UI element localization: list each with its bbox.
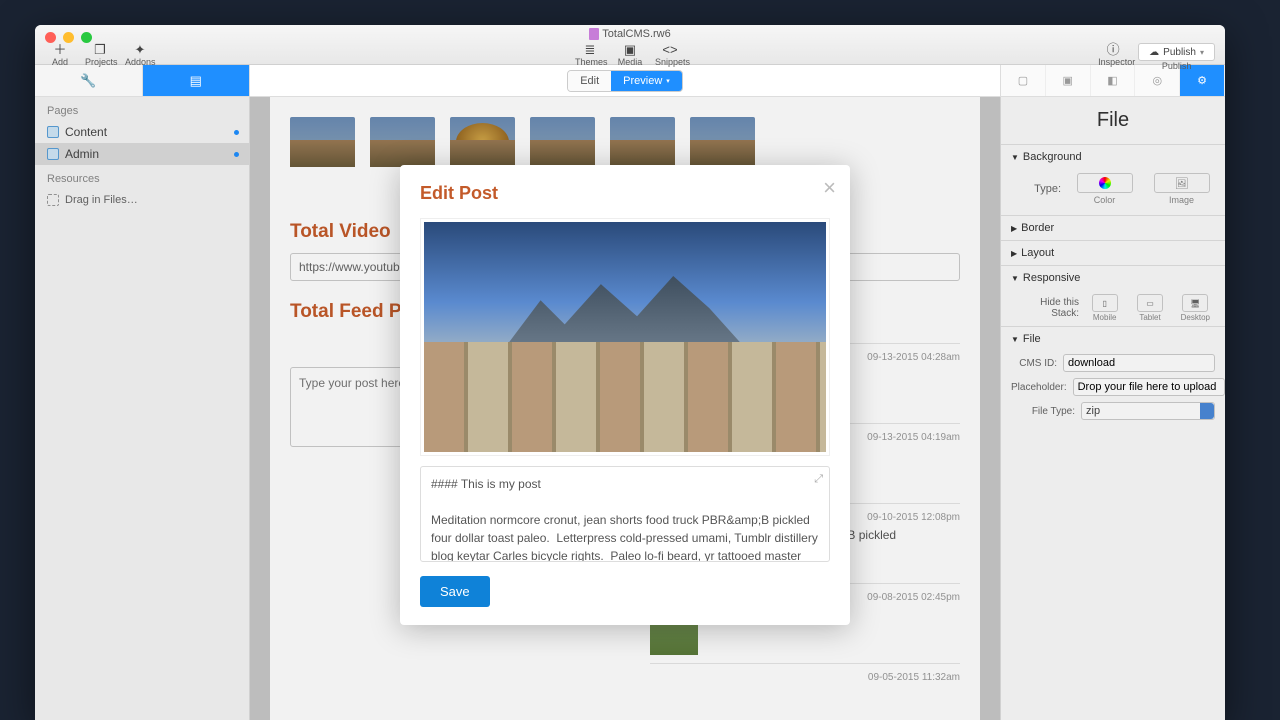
thumbnail[interactable] xyxy=(690,117,755,167)
image-thumbnails xyxy=(290,117,960,167)
publish-wrap: ☁Publish▾ Publish xyxy=(1138,43,1215,71)
modified-dot-icon xyxy=(234,130,239,135)
sidebar-tab-tools[interactable]: 🔧 xyxy=(35,65,143,96)
edit-post-modal: Edit Post × ⤢ #### This is my post Medit… xyxy=(400,165,850,625)
inspector-tab-1[interactable]: ▢ xyxy=(1001,65,1046,96)
section-responsive[interactable]: ▼Responsive xyxy=(1001,266,1225,290)
inspector-title: File xyxy=(1001,97,1225,144)
sidebar: 🔧 ▤ Pages Content Admin Resources Drag i… xyxy=(35,65,250,720)
document-icon xyxy=(589,28,599,40)
desktop-icon: 🖥 xyxy=(1190,299,1200,308)
section-background[interactable]: ▼Background xyxy=(1001,145,1225,169)
thumbnail[interactable] xyxy=(290,117,355,167)
cms-id-input[interactable] xyxy=(1063,354,1215,372)
inspector-tab-2[interactable]: ▣ xyxy=(1046,65,1091,96)
image-icon: 🖼 xyxy=(1175,177,1189,190)
info-icon: ⓘ xyxy=(1098,43,1128,57)
chevron-down-icon: ▾ xyxy=(1200,48,1204,57)
thumbnail[interactable] xyxy=(610,117,675,167)
hide-tablet[interactable]: ▭Tablet xyxy=(1130,294,1169,322)
bg-type-color[interactable]: Color xyxy=(1071,173,1138,205)
triangle-down-icon: ▼ xyxy=(1011,335,1019,344)
hide-mobile[interactable]: ▯Mobile xyxy=(1085,294,1124,322)
post-image[interactable] xyxy=(420,218,830,456)
section-file[interactable]: ▼File xyxy=(1001,327,1225,351)
publish-button[interactable]: ☁Publish▾ xyxy=(1138,43,1215,61)
app-window: TotalCMS.rw6 ＋Add ❐Projects ✦Addons ≣The… xyxy=(35,25,1225,720)
sidebar-item-admin[interactable]: Admin xyxy=(35,143,249,165)
triangle-right-icon: ▶ xyxy=(1011,249,1017,258)
chevron-down-icon: ▾ xyxy=(666,77,670,85)
document-title: TotalCMS.rw6 xyxy=(35,28,1225,40)
section-layout[interactable]: ▶Layout xyxy=(1001,241,1225,265)
themes-button[interactable]: ≣Themes xyxy=(575,43,605,67)
thumbnail[interactable] xyxy=(450,117,515,167)
triangle-down-icon: ▼ xyxy=(1011,274,1019,283)
media-button[interactable]: ▣Media xyxy=(615,43,645,67)
snippets-button[interactable]: <>Snippets xyxy=(655,43,685,67)
snippets-icon: <> xyxy=(655,43,685,57)
inspector-button[interactable]: ⓘInspector xyxy=(1098,43,1128,71)
sidebar-item-content[interactable]: Content xyxy=(35,121,249,143)
themes-icon: ≣ xyxy=(575,43,605,57)
section-border[interactable]: ▶Border xyxy=(1001,216,1225,240)
drag-in-files[interactable]: Drag in Files… xyxy=(35,189,249,211)
resources-header: Resources xyxy=(35,165,249,189)
thumbnail[interactable] xyxy=(530,117,595,167)
bg-type-image[interactable]: 🖼Image xyxy=(1148,173,1215,205)
wrench-icon: 🔧 xyxy=(80,73,96,89)
modified-dot-icon xyxy=(234,152,239,157)
gear-icon: ⚙ xyxy=(1197,74,1207,87)
edit-preview-bar: Edit Preview▾ xyxy=(250,65,1000,97)
color-wheel-icon xyxy=(1099,177,1111,189)
thumbnail[interactable] xyxy=(370,117,435,167)
expand-icon[interactable]: ⤢ xyxy=(814,471,823,488)
close-button[interactable]: × xyxy=(823,175,836,201)
edit-mode-button[interactable]: Edit xyxy=(568,71,611,91)
titlebar: TotalCMS.rw6 ＋Add ❐Projects ✦Addons ≣The… xyxy=(35,25,1225,65)
media-icon: ▣ xyxy=(615,43,645,57)
placeholder-input[interactable] xyxy=(1073,378,1225,396)
cloud-icon: ☁ xyxy=(1149,47,1159,58)
close-icon: × xyxy=(823,175,836,200)
page-icon: ▤ xyxy=(190,73,202,89)
sidebar-tab-pages[interactable]: ▤ xyxy=(143,65,250,96)
save-button[interactable]: Save xyxy=(420,576,490,607)
triangle-right-icon: ▶ xyxy=(1011,224,1017,233)
page-icon xyxy=(47,148,59,160)
post-body-textarea[interactable]: ⤢ #### This is my post Meditation normco… xyxy=(420,466,830,562)
tablet-icon: ▭ xyxy=(1146,299,1154,308)
phone-icon: ▯ xyxy=(1102,299,1106,308)
post-item[interactable]: 09-05-2015 11:32am xyxy=(650,663,960,691)
dropzone-icon xyxy=(47,194,59,206)
inspector-panel: ▢ ▣ ◧ ◎ ⚙ File ▼Background Type: Color 🖼… xyxy=(1000,65,1225,720)
pages-header: Pages xyxy=(35,97,249,121)
modal-title: Edit Post xyxy=(420,183,830,204)
page-icon xyxy=(47,126,59,138)
hide-desktop[interactable]: 🖥Desktop xyxy=(1176,294,1215,322)
preview-mode-button[interactable]: Preview▾ xyxy=(611,71,682,91)
triangle-down-icon: ▼ xyxy=(1011,153,1019,162)
filetype-select[interactable]: zip xyxy=(1081,402,1215,420)
